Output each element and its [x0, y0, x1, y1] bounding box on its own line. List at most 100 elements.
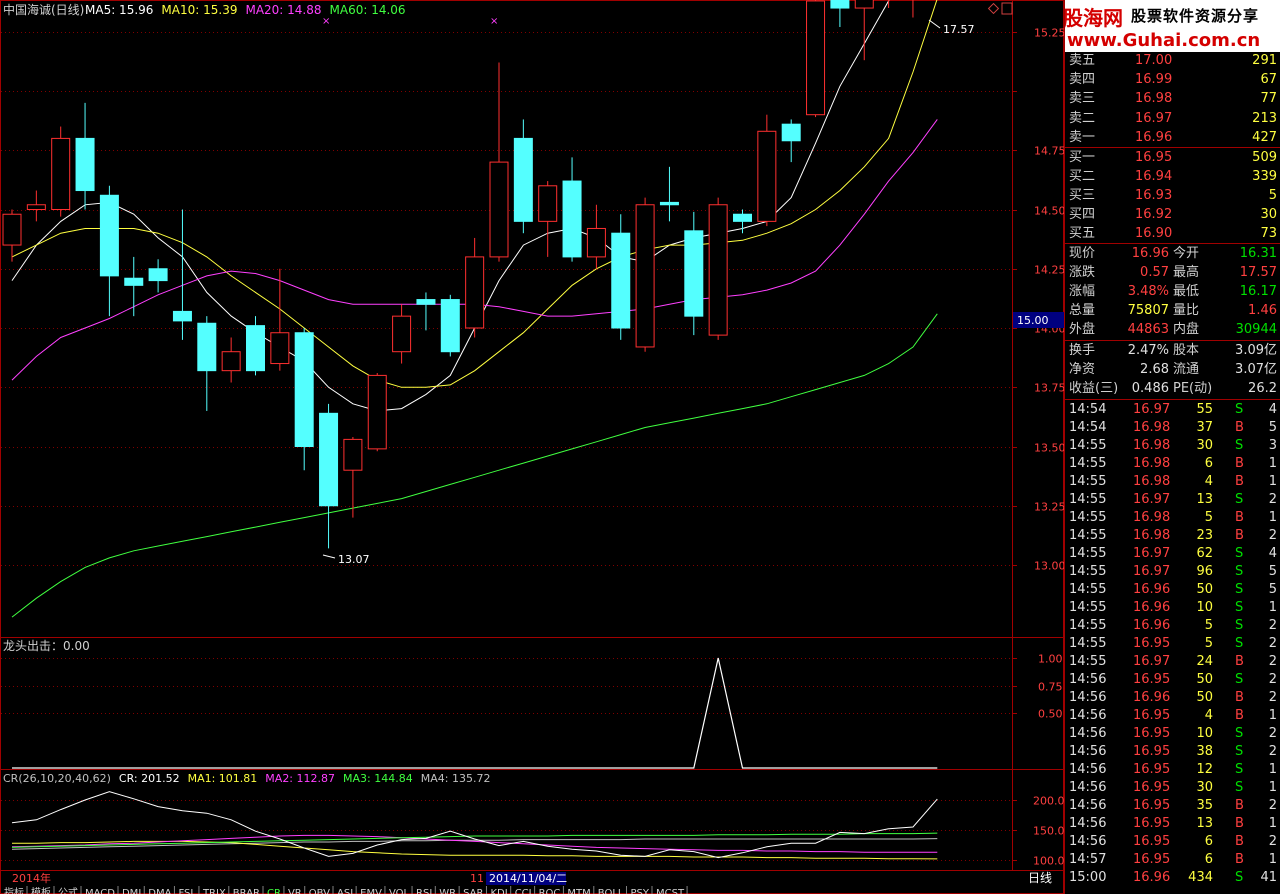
- tick-row[interactable]: 14:55 16.98 4 B 1: [1065, 473, 1280, 491]
- window-controls[interactable]: [987, 2, 1013, 15]
- candle[interactable]: [343, 437, 363, 518]
- tab-roc[interactable]: ROC: [539, 888, 561, 894]
- candle[interactable]: [781, 119, 801, 163]
- tick-row[interactable]: 15:00 16.96 434 S 41: [1065, 869, 1280, 887]
- candle[interactable]: [659, 166, 679, 222]
- tab-brar[interactable]: BRAR: [233, 888, 260, 894]
- candle[interactable]: [538, 181, 558, 257]
- candle[interactable]: [806, 0, 826, 118]
- tab-vr[interactable]: VR: [288, 888, 302, 894]
- bid-label: 买五: [1069, 226, 1096, 241]
- tab-psy[interactable]: PSY: [631, 888, 650, 894]
- candle[interactable]: [830, 0, 850, 28]
- tick-row[interactable]: 14:55 16.98 6 B 1: [1065, 455, 1280, 473]
- tick-row[interactable]: 14:56 16.95 6 B 2: [1065, 833, 1280, 851]
- tick-row[interactable]: 14:56 16.95 35 B 2: [1065, 797, 1280, 815]
- candle[interactable]: [611, 214, 631, 340]
- tab-vol[interactable]: VOL: [389, 888, 410, 894]
- tab-boll[interactable]: BOLL: [598, 888, 624, 894]
- tab-dma[interactable]: DMA: [148, 888, 171, 894]
- tick-row[interactable]: 14:54 16.98 37 B 5: [1065, 419, 1280, 437]
- candle[interactable]: [562, 157, 582, 262]
- period-label[interactable]: 日线: [1028, 871, 1052, 885]
- tick-time: 14:56: [1069, 834, 1107, 849]
- candle[interactable]: [26, 190, 46, 222]
- tick-row[interactable]: 14:55 16.98 23 B 2: [1065, 527, 1280, 545]
- candle[interactable]: [854, 0, 874, 61]
- candle[interactable]: [416, 292, 436, 331]
- tick-row[interactable]: 14:56 16.95 4 B 1: [1065, 707, 1280, 725]
- candle[interactable]: [124, 256, 144, 317]
- candle[interactable]: [172, 209, 192, 340]
- candle[interactable]: [465, 237, 485, 338]
- tick-row[interactable]: 14:55 16.97 96 S 5: [1065, 563, 1280, 581]
- tab-sar[interactable]: SAR: [463, 888, 483, 894]
- tick-row[interactable]: 14:55 16.96 50 S 5: [1065, 581, 1280, 599]
- candle[interactable]: [880, 0, 898, 9]
- candle[interactable]: [708, 197, 728, 340]
- candle[interactable]: [197, 316, 217, 411]
- restore-icon[interactable]: [1001, 2, 1013, 15]
- tick-row[interactable]: 14:55 16.97 13 S 2: [1065, 491, 1280, 509]
- tick-row[interactable]: 14:57 16.95 6 B 1: [1065, 851, 1280, 869]
- candle[interactable]: [367, 373, 387, 452]
- tab-cci[interactable]: CCI: [515, 888, 532, 894]
- tab-fsl[interactable]: FSL: [178, 888, 196, 894]
- candle[interactable]: [246, 316, 265, 376]
- tick-row[interactable]: 14:55 16.98 5 B 1: [1065, 509, 1280, 527]
- tick-row[interactable]: 14:55 16.96 10 S 1: [1065, 599, 1280, 617]
- candle[interactable]: [635, 197, 655, 352]
- tick-row[interactable]: 14:56 16.96 50 B 2: [1065, 689, 1280, 707]
- tab-mcst[interactable]: MCST: [656, 888, 685, 894]
- candle-body: [416, 299, 436, 305]
- tick-row[interactable]: 14:55 16.97 62 S 4: [1065, 545, 1280, 563]
- tick-row[interactable]: 14:55 16.96 5 S 2: [1065, 617, 1280, 635]
- tab-指标[interactable]: 指标: [4, 886, 24, 894]
- candle[interactable]: [440, 294, 460, 357]
- candle[interactable]: [392, 304, 412, 364]
- kline-chart-area[interactable]: 中国海诚(日线) MA5: 15.96 MA10: 15.39 MA20: 14.8…: [0, 0, 1064, 894]
- tab-asi[interactable]: ASI: [337, 888, 353, 894]
- candle[interactable]: [757, 114, 777, 227]
- tab-公式[interactable]: 公式: [58, 886, 78, 894]
- diamond-icon[interactable]: [987, 2, 1000, 15]
- tab-kdj[interactable]: KDJ: [490, 888, 507, 894]
- candle[interactable]: [294, 328, 314, 471]
- candle[interactable]: [148, 259, 168, 293]
- indicator-tab-bar[interactable]: 指标 模板 公式 MACD DMI DMA FSL TRIX BRAR CR VR OBV ASI EMV…: [4, 886, 688, 894]
- tab-emv[interactable]: EMV: [360, 888, 382, 894]
- tab-dmi[interactable]: DMI: [122, 888, 141, 894]
- tick-row[interactable]: 14:54 16.97 55 S 4: [1065, 401, 1280, 419]
- tick-row[interactable]: 14:56 16.95 13 B 1: [1065, 815, 1280, 833]
- tick-row[interactable]: 14:55 16.98 30 S 3: [1065, 437, 1280, 455]
- tick-row[interactable]: 14:56 16.95 10 S 2: [1065, 725, 1280, 743]
- candle[interactable]: [319, 403, 339, 549]
- candle[interactable]: [51, 126, 71, 217]
- quote-label: 现价: [1069, 246, 1096, 261]
- tick-row[interactable]: 14:56 16.95 30 S 1: [1065, 779, 1280, 797]
- tab-mtm[interactable]: MTM: [567, 888, 590, 894]
- tick-row[interactable]: 14:56 16.95 50 S 2: [1065, 671, 1280, 689]
- tick-row[interactable]: 14:55 16.95 5 S 2: [1065, 635, 1280, 653]
- candle[interactable]: [684, 211, 704, 336]
- candle[interactable]: [75, 102, 95, 210]
- tick-row[interactable]: 14:56 16.95 12 S 1: [1065, 761, 1280, 779]
- candle[interactable]: [586, 204, 606, 269]
- tick-row[interactable]: 14:55 16.97 24 B 2: [1065, 653, 1280, 671]
- tab-trix[interactable]: TRIX: [202, 888, 226, 894]
- tab-rsi[interactable]: RSI: [416, 888, 432, 894]
- tab-macd[interactable]: MACD: [85, 888, 115, 894]
- candle[interactable]: [489, 62, 509, 262]
- candle[interactable]: [270, 268, 290, 371]
- tab-wr[interactable]: WR: [439, 888, 456, 894]
- tab-模板[interactable]: 模板: [31, 886, 51, 894]
- candle[interactable]: [99, 185, 119, 317]
- candle[interactable]: [513, 119, 533, 234]
- candlesticks[interactable]: [2, 0, 946, 549]
- tab-cr[interactable]: CR: [267, 888, 281, 894]
- tab-obv[interactable]: OBV: [309, 888, 330, 894]
- tick-volume: 37: [1196, 420, 1213, 435]
- tick-row[interactable]: 14:56 16.95 38 S 2: [1065, 743, 1280, 761]
- candle[interactable]: [904, 0, 922, 18]
- candle[interactable]: [221, 337, 241, 383]
